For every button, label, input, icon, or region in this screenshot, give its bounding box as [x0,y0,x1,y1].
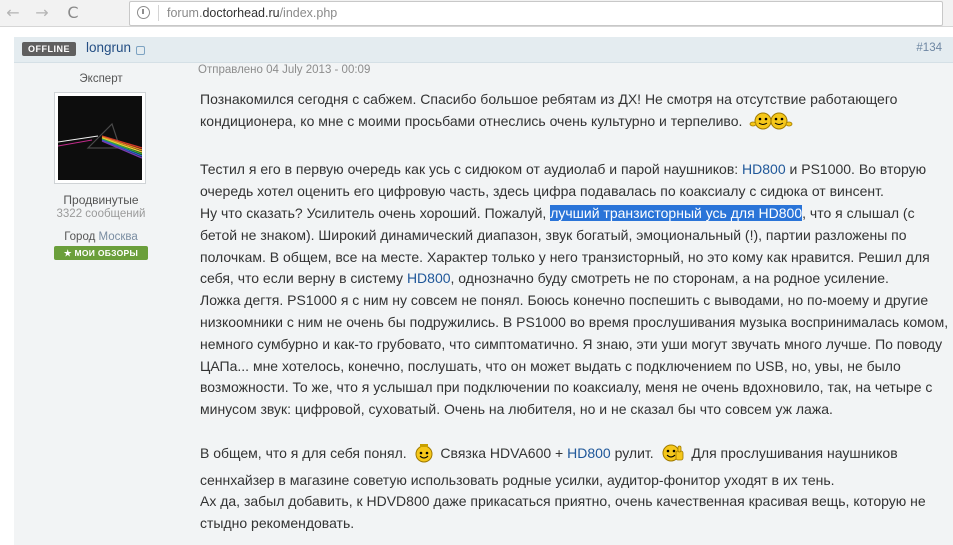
hd800-link[interactable]: HD800 [742,161,786,177]
url-text[interactable]: forum.doctorhead.ru/index.php [167,6,337,20]
hd800-link[interactable]: HD800 [407,270,451,286]
offline-badge: OFFLINE [22,42,76,56]
address-separator [158,5,159,21]
avatar[interactable] [54,92,146,184]
reload-icon[interactable]: C [64,4,82,22]
user-post-count: 3322 сообщений [56,208,146,220]
paragraph: Тестил я его в первую очередь как усь с … [200,159,950,203]
user-city: Город Москва [34,231,168,243]
highlighted-text[interactable]: лучший транзисторный усь для HD800 [550,204,803,221]
post-body: Познакомился сегодня с сабжем. Спасибо б… [200,89,950,535]
my-reviews-button[interactable]: ★ МОИ ОБЗОРЫ [54,246,148,260]
user-group: Продвинутые [63,193,139,207]
smiley-icon [414,443,434,470]
city-label: Город [64,231,96,243]
post-date: Отправлено 04 July 2013 - 00:09 [198,64,371,76]
paragraph-text: , однозначно буду смотреть не по сторона… [450,270,889,287]
my-reviews-label: МОИ ОБЗОРЫ [74,248,139,258]
browser-toolbar: ← → C forum.doctorhead.ru/index.php [0,0,953,27]
profile-card-icon[interactable] [136,46,145,55]
page-info-icon[interactable] [137,6,150,19]
address-bar[interactable]: forum.doctorhead.ru/index.php [129,1,943,26]
url-prefix: forum. [167,6,203,20]
star-icon: ★ [63,248,72,258]
forum-post: OFFLINE longrun #134 Эксперт Продвинутые… [14,37,953,545]
paragraph: Познакомился сегодня с сабжем. Спасибо б… [200,89,950,138]
url-path: /index.php [279,6,338,20]
hug-smiley-icon [749,111,795,138]
url-domain: doctorhead.ru [202,6,280,20]
paragraph-text: В общем, что я для себя понял. [200,444,407,461]
author-link[interactable]: longrun [86,40,131,55]
user-rank: Эксперт [79,73,123,85]
back-arrow-icon[interactable]: ← [4,4,22,22]
paragraph-text: рулит. [614,444,654,461]
avatar-image [58,96,142,180]
paragraph-text: Связка HDVA600 + [440,444,564,461]
post-number-link[interactable]: #134 [916,42,942,54]
paragraph-text: Ну что сказать? Усилитель очень хороший.… [200,204,547,221]
hd800-link[interactable]: HD800 [567,445,611,461]
thumbs-up-smiley-icon [661,443,685,470]
paragraph: Ах да, забыл добавить, к HDVD800 даже пр… [200,493,926,532]
city-value: Москва [98,231,138,243]
post-header: OFFLINE longrun #134 [14,37,953,63]
paragraph: Ну что сказать? Усилитель очень хороший.… [200,203,950,290]
paragraph: Ложка дегтя. PS1000 я с ним ну совсем не… [200,292,949,418]
paragraph-text: Тестил я его в первую очередь как усь с … [200,161,739,178]
forward-arrow-icon[interactable]: → [33,4,51,22]
paragraph: В общем, что я для себя понял. Связка HD… [200,443,950,492]
